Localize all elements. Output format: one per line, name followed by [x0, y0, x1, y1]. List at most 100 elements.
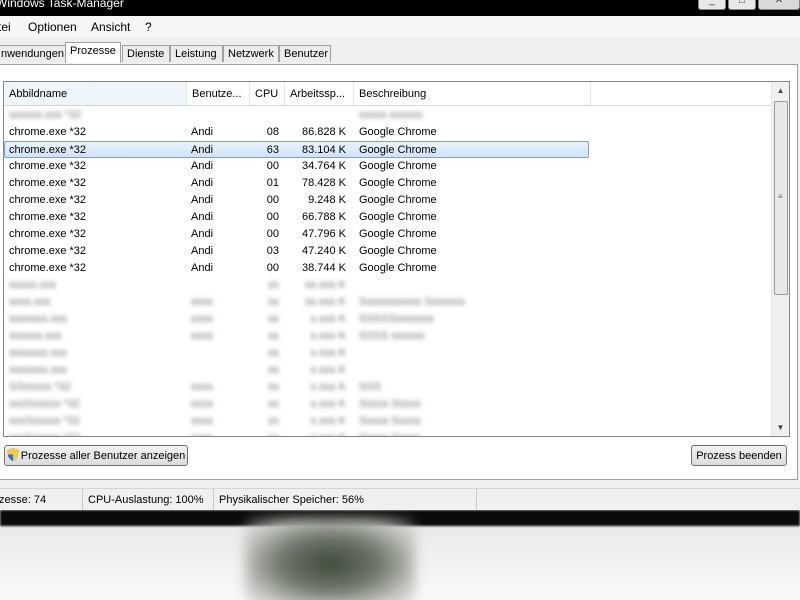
cell-cpu: 00 [266, 194, 279, 206]
status-bar: zesse: 74 CPU-Auslastung: 100% Physikali… [0, 488, 800, 511]
table-row[interactable]: ssss.sss ssss ss ss.sss K Sssssssssss Ssssss… [4, 294, 774, 311]
tab-anwendungen[interactable]: nwendungen [0, 45, 66, 62]
tab-benutzer[interactable]: Benutzer [279, 45, 331, 62]
cell-cpu: ss [268, 398, 279, 410]
cell-memory: s.sss K [310, 398, 346, 410]
cell-image-name: ssssss.sss [9, 330, 62, 342]
cell-cpu: ss [259, 430, 279, 436]
table-row[interactable]: sssss.sss ss ss.sss K [4, 277, 774, 294]
menu-ansicht[interactable]: Ansicht [91, 20, 130, 34]
tab-leistung[interactable]: Leistung [170, 45, 223, 62]
cell-image-name: chrome.exe *32 [9, 211, 87, 223]
cell-user: Andi [191, 262, 214, 274]
table-row-selected[interactable]: chrome.exe *32 Andi 63 83.104 K Google Chrom… [4, 141, 589, 158]
table-row[interactable]: chrome.exe *32 Andi 01 78.428 K Google Chrom… [4, 175, 774, 192]
cell-description: Google Chrome [359, 194, 437, 206]
cell-image-name: sssssss.sss [9, 364, 68, 376]
column-header-beschreibung[interactable]: Beschreibung [354, 82, 591, 105]
tab-strip: nwendungen Prozesse Dienste Leistung Net… [0, 38, 800, 64]
column-header-cpu[interactable]: CPU [250, 82, 285, 105]
cell-memory: 34.764 K [301, 160, 346, 172]
cell-image-name: chrome.exe *32 [9, 160, 87, 172]
cell-memory: s.sss K [310, 415, 346, 427]
cell-memory: 47.796 K [301, 228, 346, 240]
column-label: Abbildname [9, 88, 68, 100]
cell-image-name: sssSsssss *32 [9, 415, 80, 427]
show-all-users-button[interactable]: Prozesse aller Benutzer anzeigen [4, 445, 188, 466]
show-all-users-label: Prozesse aller Benutzer anzeigen [20, 450, 186, 462]
cell-image-name: sssssss.sss [9, 313, 68, 325]
table-row[interactable]: sssssss.sss ss s.sss K [4, 345, 774, 362]
cell-memory: 47.240 K [301, 245, 346, 257]
cell-cpu: 00 [266, 228, 279, 240]
status-process-count: zesse: 74 [0, 489, 83, 511]
cell-user: ssss [191, 430, 213, 436]
cell-cpu: 08 [266, 126, 279, 138]
maximize-button[interactable]: □ [728, 0, 756, 10]
cell-user: Andi [191, 144, 214, 156]
cell-user: Andi [191, 160, 214, 172]
cell-image-name: sssss.sss [9, 279, 57, 291]
table-row[interactable]: chrome.exe *32 Andi 08 86.828 K Google Chrom… [4, 124, 774, 141]
cell-cpu: 63 [266, 144, 279, 156]
process-list[interactable]: Abbildname ^ Benutze... CPU Arbeitssp...… [3, 81, 790, 437]
cell-image-name: chrome.exe *32 [9, 194, 87, 206]
cell-description: Google Chrome [359, 177, 437, 189]
cell-user: ssss [191, 330, 213, 342]
cell-image-name: chrome.exe *32 [9, 245, 87, 257]
cell-description: Google Chrome [359, 144, 437, 156]
cell-description: SSSSSsssssss [359, 313, 435, 325]
cell-description: Google Chrome [359, 262, 437, 274]
column-header-abbildname[interactable]: Abbildname ^ [4, 82, 187, 105]
table-row[interactable]: sssSsssss *32sssssss.sss KSssss Sssss [4, 413, 774, 430]
cell-image-name: chrome.exe *32 [9, 177, 87, 189]
cell-user: Andi [191, 177, 214, 189]
tab-netzwerk[interactable]: Netzwerk [223, 45, 279, 62]
minimize-button[interactable]: _ [698, 0, 726, 10]
cell-description: Google Chrome [359, 126, 437, 138]
list-header: Abbildname ^ Benutze... CPU Arbeitssp...… [4, 82, 774, 106]
table-row[interactable]: chrome.exe *32 Andi 00 38.744 K Google Chrom… [4, 260, 774, 277]
cell-image-name: chrome.exe *32 [9, 144, 87, 156]
table-row[interactable]: sssSsssss *32sssssss.sss KSssss Sssss [4, 396, 774, 413]
table-row[interactable]: SSsssss *32 ssss ss s.sss K SSS [4, 379, 774, 396]
scroll-thumb[interactable]: ≡ [774, 101, 788, 295]
cell-memory: s.sss K [310, 364, 346, 376]
scroll-up-icon[interactable]: ▲ [773, 82, 788, 99]
table-row[interactable]: chrome.exe *32 Andi 00 66.788 K Google Chrom… [4, 209, 774, 226]
end-process-button[interactable]: Prozess beenden [691, 445, 787, 466]
cell-memory: 9.248 K [308, 194, 346, 206]
cell-description: SSS [359, 381, 382, 393]
table-row[interactable]: sssssss.sss ssss ss s.sss K SSSSSsssssss [4, 311, 774, 328]
cell-description: Google Chrome [359, 211, 437, 223]
table-row[interactable]: ssssss.sss *32 sssss ssssss [4, 107, 774, 124]
cell-memory: 78.428 K [301, 177, 346, 189]
menu-datei[interactable]: tei [0, 20, 11, 34]
column-header-arbeitsspeicher[interactable]: Arbeitssp... [285, 82, 354, 105]
table-row[interactable]: chrome.exe *32 Andi 00 34.764 K Google Chrom… [4, 158, 774, 175]
scroll-down-icon[interactable]: ▼ [773, 419, 788, 436]
table-row[interactable]: chrome.exe *32 Andi 03 47.240 K Google Chrom… [4, 243, 774, 260]
menu-optionen[interactable]: Optionen [28, 20, 77, 34]
tab-dienste[interactable]: Dienste [122, 45, 170, 62]
menu-help[interactable]: ? [145, 20, 152, 34]
cell-user: ssss [191, 313, 213, 325]
cell-user: ssss [191, 398, 213, 410]
cell-cpu: ss [268, 330, 279, 342]
table-row[interactable]: chrome.exe *32 Andi 00 9.248 K Google Chrome [4, 192, 774, 209]
cell-memory: ss.sss K [305, 296, 346, 308]
column-header-benutzer[interactable]: Benutze... [187, 82, 250, 105]
cell-memory: 86.828 K [301, 126, 346, 138]
table-row[interactable]: chrome.exe *32 Andi 00 47.796 K Google Chrom… [4, 226, 774, 243]
cell-user: Andi [191, 228, 214, 240]
table-row[interactable]: sssssss.sss ss s.sss K [4, 362, 774, 379]
cell-user: Andi [191, 126, 214, 138]
table-row[interactable]: ssssss.sss ssss ss s.sss K SSSS ssssss [4, 328, 774, 345]
vertical-scrollbar[interactable]: ▲ ≡ ▼ [771, 82, 789, 436]
tab-prozesse[interactable]: Prozesse [65, 42, 121, 63]
close-button[interactable]: ✕ [758, 0, 800, 10]
cell-cpu: 00 [266, 211, 279, 223]
cell-user: ssss [191, 381, 213, 393]
cell-memory: 38.744 K [301, 262, 346, 274]
table-row[interactable]: sssSsssss *32sssssss.sss KSssss Sssss [4, 430, 774, 436]
